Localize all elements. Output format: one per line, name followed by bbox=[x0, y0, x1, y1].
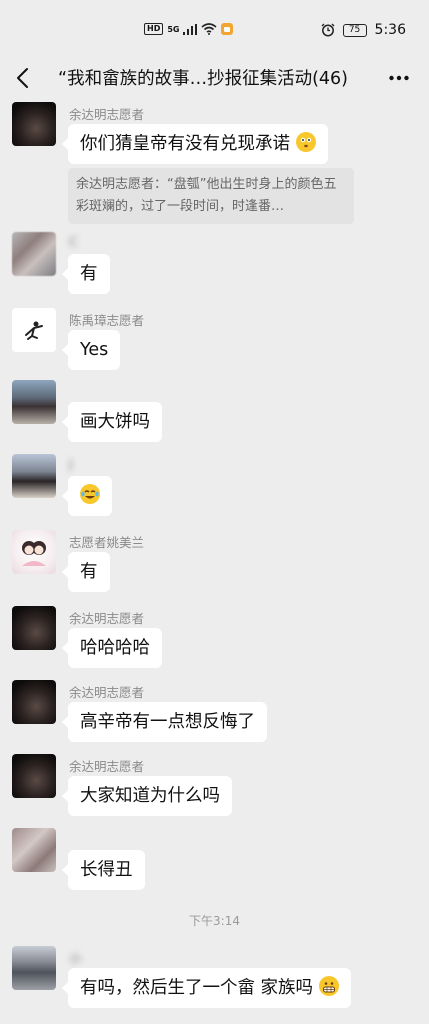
message-text: 哈哈哈哈 bbox=[80, 638, 150, 658]
status-right: 75 5:36 bbox=[321, 22, 406, 38]
message-bubble[interactable]: 长得丑 bbox=[62, 850, 145, 890]
back-arrow-icon[interactable] bbox=[13, 65, 33, 91]
message-bubble[interactable]: 有吗，然后生了一个畲 家族吗 bbox=[62, 968, 351, 1008]
status-indicators: HD 5G bbox=[144, 23, 234, 35]
avatar[interactable] bbox=[12, 606, 56, 650]
battery-indicator: 75 bbox=[342, 23, 367, 37]
sender-name: 余达明志愿者 bbox=[69, 107, 145, 122]
avatar[interactable] bbox=[12, 308, 56, 352]
timestamp-divider: 下午3:14 bbox=[189, 914, 240, 928]
grin-emoji-icon bbox=[318, 976, 339, 996]
quoted-message[interactable]: 余达明志愿者：“盘瓠”他出生时身上的颜色五彩斑斓的，过了一段时间，时逢番… bbox=[68, 168, 354, 224]
message-bubble[interactable]: 画大饼吗 bbox=[62, 402, 162, 442]
sender-name: 余达明志愿者 bbox=[69, 685, 145, 700]
sender-name: 志愿者姚美兰 bbox=[69, 535, 145, 550]
avatar[interactable] bbox=[12, 380, 56, 424]
sender-name: 余达明志愿者 bbox=[69, 759, 145, 774]
message-text: 长得丑 bbox=[80, 860, 133, 880]
laughing-tears-emoji-icon bbox=[80, 484, 100, 504]
flushed-emoji-icon bbox=[295, 132, 316, 152]
wifi-icon bbox=[201, 23, 218, 35]
message-bubble[interactable]: Yes bbox=[61, 330, 121, 370]
notification-app-icon bbox=[221, 23, 234, 35]
sender-name: J bbox=[69, 456, 73, 471]
message-bubble[interactable]: 大家知道为什么吗 bbox=[62, 776, 232, 816]
avatar[interactable] bbox=[12, 530, 56, 574]
more-options-icon[interactable] bbox=[389, 74, 409, 82]
message-text: 有吗，然后生了一个畲 家族吗 bbox=[80, 978, 314, 998]
sender-name: 陈禹璋志愿者 bbox=[69, 313, 145, 328]
avatar[interactable] bbox=[12, 232, 56, 276]
clock: 5:36 bbox=[374, 22, 406, 38]
avatar[interactable] bbox=[12, 680, 56, 724]
avatar[interactable] bbox=[12, 946, 56, 990]
message-text: 高辛帝有一点想反悔了 bbox=[80, 712, 255, 732]
message-text: 有 bbox=[80, 264, 98, 284]
chat-header: “我和畲族的故事…抄报征集活动(46) bbox=[0, 58, 429, 98]
message-bubble[interactable]: 高辛帝有一点想反悔了 bbox=[62, 702, 267, 742]
signal-icon bbox=[183, 23, 198, 35]
network-label: 5G bbox=[167, 24, 180, 34]
sender-name: C bbox=[69, 234, 78, 249]
message-text: 大家知道为什么吗 bbox=[80, 786, 220, 806]
avatar[interactable] bbox=[12, 828, 56, 872]
hd-badge: HD bbox=[144, 23, 164, 35]
message-bubble[interactable]: 有 bbox=[62, 552, 110, 592]
message-text: 有 bbox=[80, 562, 98, 582]
avatar[interactable] bbox=[12, 454, 56, 498]
sender-name: 小 bbox=[69, 951, 82, 966]
status-bar: HD 5G 75 5:36 bbox=[0, 0, 429, 58]
alarm-icon bbox=[321, 23, 335, 37]
message-text: Yes bbox=[80, 340, 109, 360]
chat-title: “我和畲族的故事…抄报征集活动(46) bbox=[58, 69, 348, 89]
message-text: 你们猜皇帝有没有兑现承诺 bbox=[80, 134, 290, 154]
message-bubble[interactable]: 有 bbox=[62, 254, 110, 294]
avatar[interactable] bbox=[12, 102, 56, 146]
message-bubble[interactable] bbox=[62, 476, 112, 516]
sender-name: 余达明志愿者 bbox=[69, 611, 145, 626]
avatar[interactable] bbox=[12, 754, 56, 798]
message-bubble[interactable]: 你们猜皇帝有没有兑现承诺 bbox=[62, 124, 328, 164]
message-text: 画大饼吗 bbox=[80, 412, 150, 432]
message-bubble[interactable]: 哈哈哈哈 bbox=[62, 628, 162, 668]
